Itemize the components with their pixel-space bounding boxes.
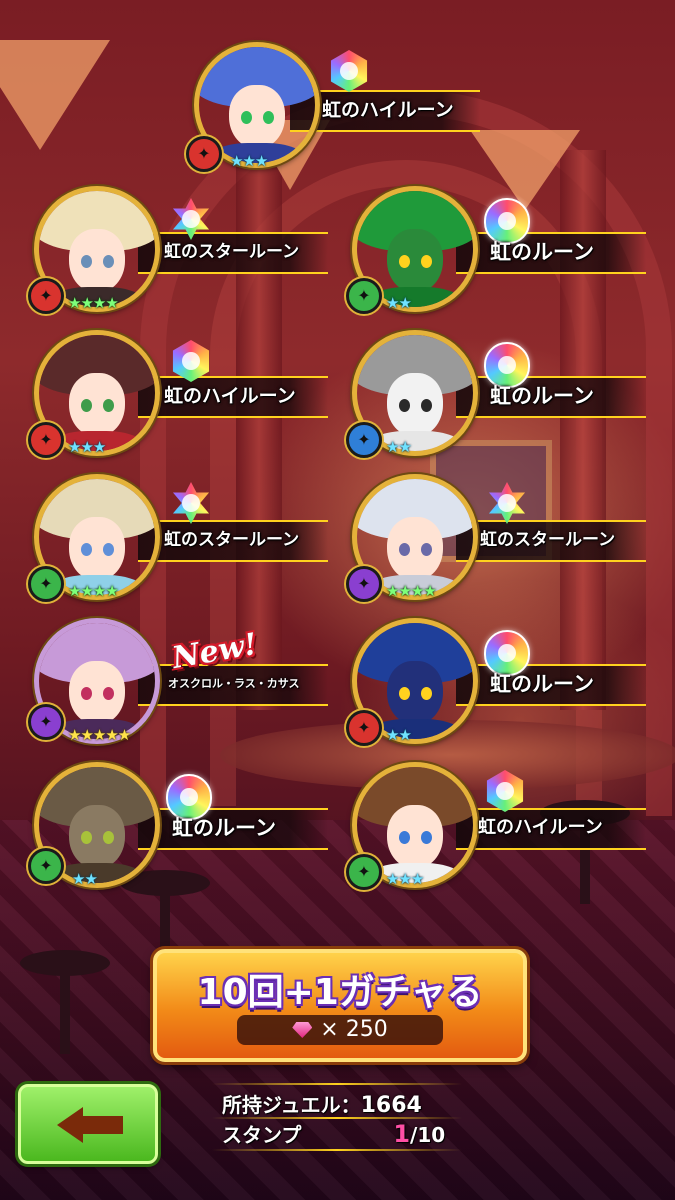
back-arrow-icon bbox=[57, 1107, 83, 1143]
rarity-stars: ★★★★★ bbox=[68, 726, 131, 744]
result-name: 虹のルーン bbox=[172, 816, 276, 840]
jewel-row: 所持ジュエル：1664 bbox=[222, 1089, 422, 1118]
rarity-stars: ★★★ bbox=[230, 152, 268, 170]
result-card[interactable]: ✦ ★★★ 虹のハイルーン bbox=[180, 40, 480, 180]
result-name: 虹のハイルーン bbox=[322, 99, 454, 121]
jewel-label: 所持ジュエル： bbox=[222, 1093, 361, 1117]
result-card[interactable]: ✦ ★★★★ 虹のスタールーン bbox=[346, 470, 646, 610]
back-button[interactable] bbox=[18, 1084, 158, 1164]
rarity-stars: ★★★ bbox=[68, 438, 106, 456]
purple-attribute-icon: ✦ bbox=[28, 704, 64, 740]
jewel-icon bbox=[292, 1022, 313, 1038]
rarity-stars: ★★ bbox=[386, 726, 412, 744]
rarity-stars: ★★★★ bbox=[386, 582, 437, 600]
gacha-cost-value: × 250 bbox=[320, 1017, 388, 1042]
green-attribute-icon: ✦ bbox=[346, 854, 382, 890]
stamp-current: 1 bbox=[393, 1120, 411, 1148]
result-name: 虹のハイルーン bbox=[164, 385, 296, 407]
result-card[interactable]: ✦ ★★★★ 虹のスタールーン bbox=[28, 470, 328, 610]
result-card[interactable]: ✦ ★★★★ 虹のスタールーン bbox=[28, 182, 328, 322]
hex-rune-icon bbox=[330, 50, 368, 92]
gacha-cost: × 250 bbox=[237, 1015, 443, 1045]
bar-stool bbox=[20, 950, 110, 1054]
star-rune-icon bbox=[488, 482, 526, 524]
green-attribute-icon: ✦ bbox=[28, 848, 64, 884]
rarity-stars: ★★ bbox=[72, 870, 98, 888]
back-arrow-shaft bbox=[81, 1116, 123, 1134]
result-card[interactable]: ✦ ★★★ 虹のハイルーン bbox=[346, 758, 646, 898]
green-attribute-icon: ✦ bbox=[28, 566, 64, 602]
result-name: 虹のルーン bbox=[490, 672, 594, 696]
result-card[interactable]: ✦ ★★ 虹のルーン bbox=[346, 326, 646, 466]
currency-info: 所持ジュエル：1664 スタンプ 1/10 bbox=[212, 1083, 462, 1151]
rarity-stars: ★★ bbox=[386, 294, 412, 312]
green-attribute-icon: ✦ bbox=[346, 278, 382, 314]
rarity-stars: ★★ bbox=[386, 438, 412, 456]
stamp-label: スタンプ bbox=[222, 1123, 302, 1147]
purple-attribute-icon: ✦ bbox=[346, 566, 382, 602]
jewel-value: 1664 bbox=[360, 1093, 422, 1118]
result-name: 虹のスタールーン bbox=[480, 530, 616, 550]
red-attribute-icon: ✦ bbox=[28, 422, 64, 458]
star-rune-icon bbox=[172, 482, 210, 524]
result-name: 虹のルーン bbox=[490, 240, 594, 264]
result-card[interactable]: ✦ ★★ 虹のルーン bbox=[346, 182, 646, 322]
result-name: 虹のハイルーン bbox=[478, 817, 603, 838]
result-card[interactable]: ✦ ★★ 虹のルーン bbox=[28, 758, 328, 898]
result-card[interactable]: ✦ ★★ 虹のルーン bbox=[346, 614, 646, 754]
result-name: オスクロル・ラス・カサス bbox=[168, 677, 300, 690]
stamp-total: /10 bbox=[410, 1123, 446, 1147]
divider bbox=[212, 1083, 462, 1085]
hex-rune-icon bbox=[486, 770, 524, 812]
result-name: 虹のスタールーン bbox=[164, 530, 300, 550]
rarity-stars: ★★★★ bbox=[68, 294, 119, 312]
stamp-row: スタンプ 1/10 bbox=[222, 1119, 445, 1148]
ceiling-lamp bbox=[0, 40, 110, 150]
rarity-stars: ★★★★ bbox=[68, 582, 119, 600]
gacha-button-title: 10回+1ガチャる bbox=[197, 972, 483, 1013]
red-attribute-icon: ✦ bbox=[28, 278, 64, 314]
rarity-stars: ★★★ bbox=[386, 870, 424, 888]
red-attribute-icon: ✦ bbox=[346, 710, 382, 746]
result-card[interactable]: ✦ ★★★ 虹のハイルーン bbox=[28, 326, 328, 466]
gacha-draw-button[interactable]: 10回+1ガチャる × 250 bbox=[153, 949, 527, 1062]
red-attribute-icon: ✦ bbox=[186, 136, 222, 172]
blue-attribute-icon: ✦ bbox=[346, 422, 382, 458]
result-name: 虹のスタールーン bbox=[164, 242, 300, 262]
divider bbox=[212, 1149, 462, 1151]
result-card[interactable]: ✦ ★★★★★ New! オスクロル・ラス・カサス bbox=[28, 614, 328, 754]
result-name: 虹のルーン bbox=[490, 384, 594, 408]
